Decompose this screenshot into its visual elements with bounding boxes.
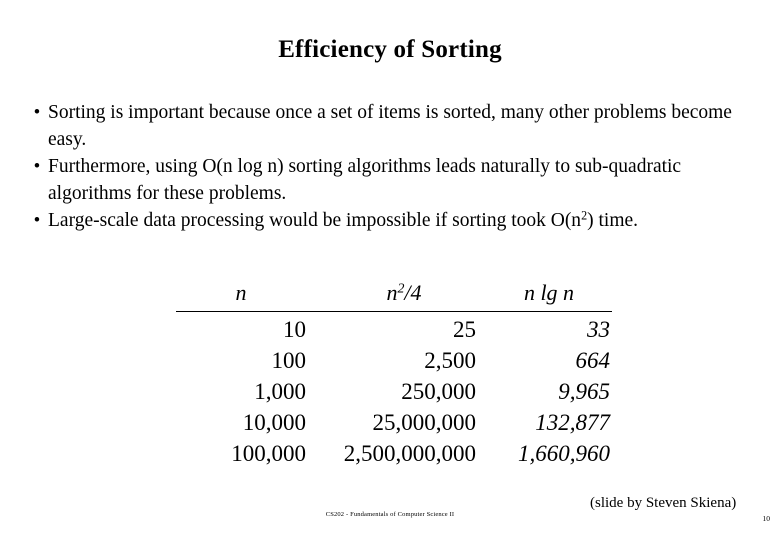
list-item: • Furthermore, using O(n log n) sorting … (22, 154, 762, 207)
page-number: 10 (762, 514, 771, 523)
bullet-text-segment: Large-scale data processing would be imp… (48, 210, 582, 231)
table: n n2/4 n lg n 10 25 33 100 2,500 664 1,0… (176, 280, 612, 470)
list-item: • Large-scale data processing would be i… (22, 208, 762, 235)
cell-n2-over-4: 2,500 (424, 348, 476, 373)
list-item: • Sorting is important because once a se… (22, 100, 762, 153)
cell-n-lg-n: 9,965 (558, 379, 610, 404)
table-row: 100 2,500 664 (176, 346, 612, 377)
cell-n: 100 (271, 348, 307, 373)
cell-n: 100,000 (231, 441, 306, 466)
bullet-text-segment: ) time. (587, 210, 639, 231)
bullet-text-nlogn-subquadratic: Furthermore, using O(n log n) sorting al… (44, 154, 762, 207)
column-header-nlgn-label: n lg n (523, 280, 575, 305)
column-header-n-squared-over-four: n2/4 (322, 280, 486, 312)
slide-canvas: Efficiency of Sorting • Sorting is impor… (0, 0, 780, 540)
bullet-text-sorting-important: Sorting is important because once a set … (44, 100, 762, 153)
cell-n2-over-4: 250,000 (401, 379, 476, 404)
growth-rate-table: n n2/4 n lg n 10 25 33 100 2,500 664 1,0… (176, 280, 612, 470)
bullet-list: • Sorting is important because once a se… (22, 100, 762, 236)
table-body: 10 25 33 100 2,500 664 1,000 250,000 9,9… (176, 312, 612, 471)
cell-n2-over-4: 2,500,000,000 (343, 441, 476, 466)
bullet-marker-icon: • (33, 210, 41, 231)
cell-n-lg-n: 132,877 (535, 410, 610, 435)
bullet-text-large-scale: Large-scale data processing would be imp… (44, 208, 762, 235)
column-header-n2-base: n (386, 280, 398, 305)
cell-n: 10,000 (242, 410, 306, 435)
cell-n-lg-n: 33 (587, 317, 610, 342)
cell-n2-over-4: 25,000,000 (372, 410, 477, 435)
cell-n-lg-n: 1,660,960 (518, 441, 610, 466)
cell-n: 1,000 (254, 379, 306, 404)
cell-n-lg-n: 664 (575, 348, 611, 373)
bullet-text-segment: Furthermore, using O(n log n) sorting al… (48, 156, 682, 204)
bullet-marker-icon: • (33, 102, 41, 123)
table-row: 10 25 33 (176, 312, 612, 347)
table-row: 1,000 250,000 9,965 (176, 377, 612, 408)
table-header-row: n n2/4 n lg n (176, 280, 612, 312)
bullet-marker-icon: • (33, 156, 41, 177)
slide-attribution: (slide by Steven Skiena) (590, 495, 737, 511)
cell-n: 10 (283, 317, 306, 342)
column-header-n-lg-n: n lg n (486, 280, 612, 312)
cell-n2-over-4: 25 (453, 317, 476, 342)
table-header: n n2/4 n lg n (176, 280, 612, 312)
course-footer: CS202 - Fundamentals of Computer Science… (325, 511, 455, 518)
column-header-n: n (176, 280, 322, 312)
bullet-text-segment: Sorting is important because once a set … (48, 102, 732, 150)
table-row: 10,000 25,000,000 132,877 (176, 408, 612, 439)
table-row: 100,000 2,500,000,000 1,660,960 (176, 439, 612, 470)
column-header-n2-divisor: /4 (404, 280, 422, 305)
page-title: Efficiency of Sorting (278, 36, 502, 63)
column-header-n-label: n (235, 280, 247, 305)
